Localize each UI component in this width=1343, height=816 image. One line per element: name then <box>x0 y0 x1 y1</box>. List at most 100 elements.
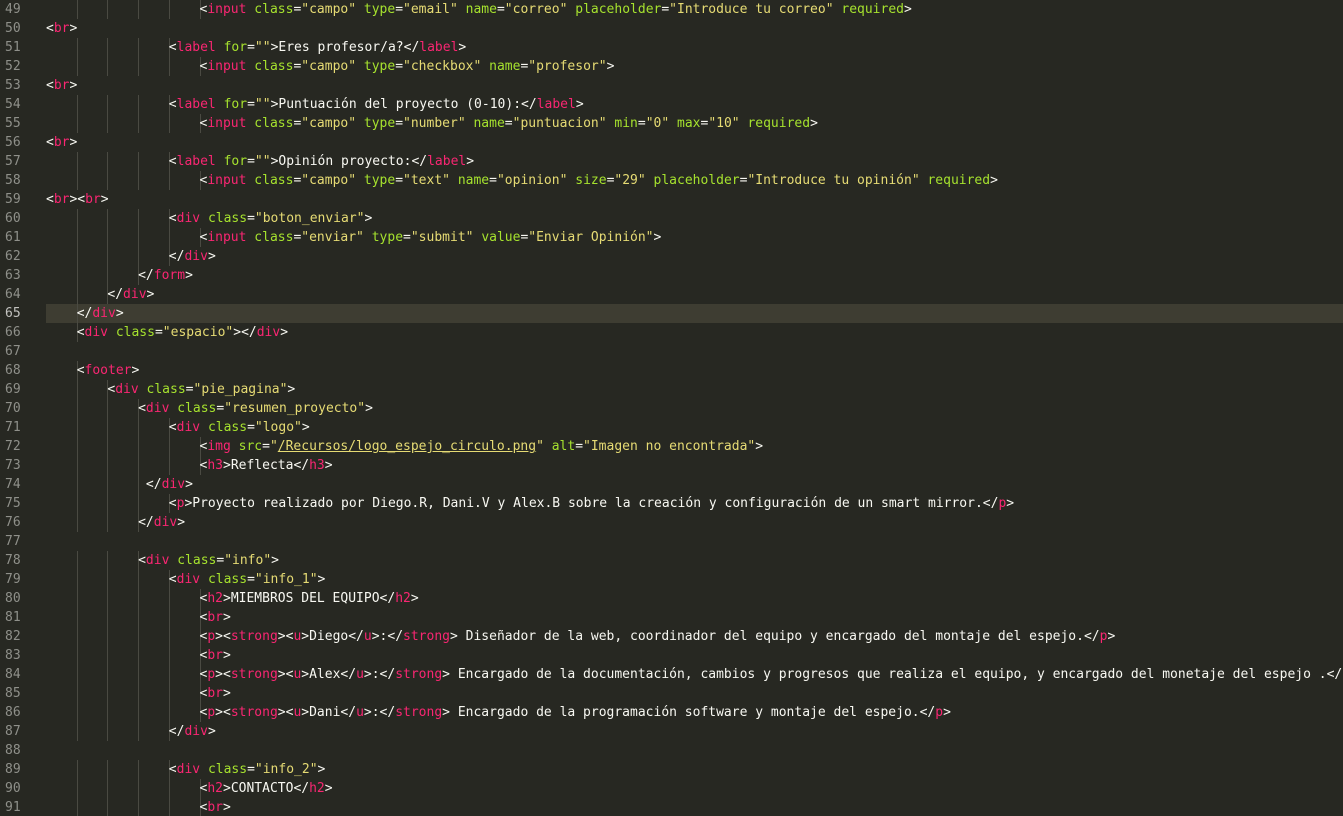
code-line[interactable]: 62 </div> <box>0 247 1343 266</box>
code-token: for <box>223 40 248 55</box>
code-token: > <box>207 724 216 739</box>
code-token: name <box>457 173 490 188</box>
code-token: "number" <box>403 116 466 131</box>
code-line[interactable]: 69 <div class="pie_pagina"> <box>0 380 1343 399</box>
code-text: <h2>CONTACTO</h2> <box>200 779 333 798</box>
code-token: = <box>395 173 404 188</box>
code-line[interactable]: 89 <div class="info_2"> <box>0 760 1343 779</box>
code-token: type <box>363 173 396 188</box>
code-area: <br> <box>46 133 1343 152</box>
code-line[interactable]: 76 </div> <box>0 513 1343 532</box>
code-line[interactable]: 67 <box>0 342 1343 361</box>
indent-guide <box>138 684 140 703</box>
code-line[interactable]: 53 <br> <box>0 76 1343 95</box>
code-line[interactable]: 83 <br> <box>0 646 1343 665</box>
code-line[interactable]: 58 <input class="campo" type="text" name=… <box>0 171 1343 190</box>
line-number: 75 <box>5 496 21 511</box>
line-number: 77 <box>5 534 21 549</box>
indent-guide <box>76 152 78 171</box>
code-line[interactable]: 61 <input class="enviar" type="submit" va… <box>0 228 1343 247</box>
code-line[interactable]: 68 <footer> <box>0 361 1343 380</box>
code-line[interactable]: 50 <br> <box>0 19 1343 38</box>
code-token: br <box>85 192 101 207</box>
code-token: "Introduce tu correo" <box>669 2 834 17</box>
code-token: > <box>904 2 912 17</box>
code-line[interactable]: 63 </form> <box>0 266 1343 285</box>
indent-guide <box>76 589 78 608</box>
code-area: </div> <box>46 285 1343 304</box>
code-line[interactable]: 65 </div> <box>0 304 1343 323</box>
code-line[interactable]: 55 <input class="campo" type="number" nam… <box>0 114 1343 133</box>
code-line[interactable]: 86 <p><strong><u>Dani</u>:</strong> Encar… <box>0 703 1343 722</box>
line-number: 79 <box>5 572 21 587</box>
code-line[interactable]: 57 <label for="">Opinión proyecto:</label… <box>0 152 1343 171</box>
code-line[interactable]: 78 <div class="info"> <box>0 551 1343 570</box>
code-line[interactable]: 70 <div class="resumen_proyecto"> <box>0 399 1343 418</box>
code-area: <input class="enviar" type="submit" valu… <box>46 228 1343 247</box>
code-line[interactable]: 82 <p><strong><u>Diego</u>:</strong> Dise… <box>0 627 1343 646</box>
code-token: = <box>395 2 404 17</box>
code-token: type <box>371 230 404 245</box>
code-line[interactable]: 64 </div> <box>0 285 1343 304</box>
indent-guide <box>76 209 78 228</box>
code-line[interactable]: 60 <div class="boton_enviar"> <box>0 209 1343 228</box>
line-number: 83 <box>5 648 21 663</box>
indent-guide <box>107 399 109 418</box>
code-area: <p><strong><u>Diego</u>:</strong> Diseña… <box>46 627 1343 646</box>
code-token: label <box>176 154 216 169</box>
code-area: <br> <box>46 646 1343 665</box>
code-token: "info" <box>224 553 272 568</box>
code-line[interactable]: 54 <label for="">Puntuación del proyecto … <box>0 95 1343 114</box>
code-token: div <box>84 325 108 340</box>
code-token: < <box>168 211 177 226</box>
code-area: <div class="info_2"> <box>46 760 1343 779</box>
indent-guide <box>168 57 170 76</box>
code-line[interactable]: 74 </div> <box>0 475 1343 494</box>
code-token: div <box>145 401 170 416</box>
code-editor[interactable]: 49 <input class="campo" type="email" name… <box>0 0 1343 816</box>
code-text: <br> <box>200 798 231 816</box>
code-line[interactable]: 87 </div> <box>0 722 1343 741</box>
indent-guide <box>76 418 78 437</box>
code-token: footer <box>84 363 132 378</box>
indent-guide <box>76 665 78 684</box>
code-line[interactable]: 79 <div class="info_1"> <box>0 570 1343 589</box>
code-line[interactable]: 51 <label for="">Eres profesor/a?</label> <box>0 38 1343 57</box>
code-line[interactable]: 85 <br> <box>0 684 1343 703</box>
code-line[interactable]: 80 <h2>MIEMBROS DEL EQUIPO</h2> <box>0 589 1343 608</box>
code-line[interactable]: 77 <box>0 532 1343 551</box>
code-line[interactable]: 91 <br> <box>0 798 1343 816</box>
code-line[interactable]: 66 <div class="espacio"></div> <box>0 323 1343 342</box>
indent-guide <box>168 627 170 646</box>
code-token: = <box>247 211 255 226</box>
code-token: input <box>207 59 247 74</box>
code-line[interactable]: 84 <p><strong><u>Alex</u>:</strong> Encar… <box>0 665 1343 684</box>
code-line[interactable]: 52 <input class="campo" type="checkbox" n… <box>0 57 1343 76</box>
code-line[interactable]: 81 <br> <box>0 608 1343 627</box>
indent-guide <box>76 608 78 627</box>
code-line[interactable]: 72 <img src="/Recursos/logo_espejo_circul… <box>0 437 1343 456</box>
code-line[interactable]: 71 <div class="logo"> <box>0 418 1343 437</box>
code-line[interactable]: 75 <p>Proyecto realizado por Diego.R, Dan… <box>0 494 1343 513</box>
code-line[interactable]: 73 <h3>Reflecta</h3> <box>0 456 1343 475</box>
code-line[interactable]: 88 <box>0 741 1343 760</box>
line-number: 71 <box>5 420 21 435</box>
code-area: <br> <box>46 684 1343 703</box>
code-token: "10" <box>708 116 740 131</box>
indent-guide <box>138 589 140 608</box>
code-token: > <box>287 382 296 397</box>
code-token: strong <box>230 629 278 644</box>
code-text: </div> <box>138 475 193 494</box>
code-token: required <box>927 173 991 188</box>
code-token: > <box>943 705 951 720</box>
indent-guide <box>168 589 170 608</box>
code-line[interactable]: 56 <br> <box>0 133 1343 152</box>
code-line[interactable]: 90 <h2>CONTACTO</h2> <box>0 779 1343 798</box>
code-line[interactable]: 59 <br><br> <box>0 190 1343 209</box>
code-token: > <box>755 439 764 454</box>
code-line[interactable]: 49 <input class="campo" type="email" name… <box>0 0 1343 19</box>
